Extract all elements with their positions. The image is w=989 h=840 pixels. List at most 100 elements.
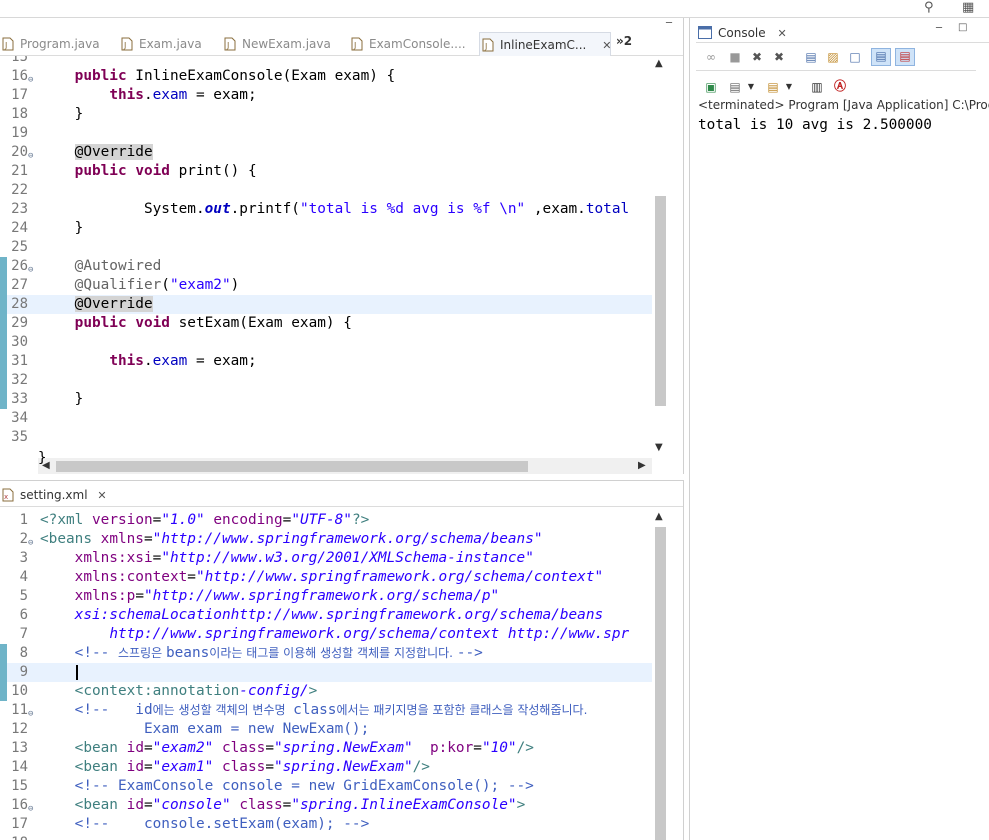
scroll-down-icon[interactable]: ▼ <box>655 442 663 453</box>
code-line[interactable]: 20 ⊖ @Override <box>0 143 652 162</box>
minimize-icon[interactable]: ─ <box>666 18 672 29</box>
svg-text:J: J <box>226 41 229 50</box>
code-line[interactable]: 32 <box>0 371 652 390</box>
scroll-lock-icon[interactable]: ▨ <box>826 50 840 64</box>
scrollbar-thumb[interactable] <box>655 196 666 406</box>
word-wrap-icon[interactable]: □ <box>848 50 862 64</box>
code-line[interactable]: 24 } <box>0 219 652 238</box>
tab-inlineexamconsole-java[interactable]: J InlineExamC... ✕ <box>479 32 611 56</box>
remove-launch-icon[interactable]: ✖ <box>750 50 764 64</box>
tab-examconsole-java[interactable]: J ExamConsole.... <box>349 32 466 56</box>
show-on-stdout-icon[interactable]: ▤ <box>871 48 891 66</box>
vertical-scrollbar[interactable]: ▲ <box>652 509 668 840</box>
code-line[interactable]: 11 ⊖ <!-- id에는 생성할 객체의 변수명 class에서는 패키지명을… <box>0 701 652 720</box>
code-line[interactable]: 4 xmlns:context="http://www.springframew… <box>0 568 652 587</box>
code-line[interactable]: 31 this.exam = exam; <box>0 352 652 371</box>
code-line[interactable]: 26 ⊖ @Autowired <box>0 257 652 276</box>
code-line[interactable]: 17 <!-- console.setExam(exam); --> <box>0 815 652 834</box>
close-icon[interactable]: ✕ <box>97 489 106 502</box>
scrollbar-thumb[interactable] <box>655 527 666 840</box>
tab-console[interactable]: Console ✕ <box>696 22 787 44</box>
tab-exam-java[interactable]: J Exam.java <box>119 32 202 56</box>
line-number: 3 <box>19 550 28 566</box>
code-line[interactable]: 18 } <box>0 105 652 124</box>
show-on-stderr-icon[interactable]: ▤ <box>895 48 915 66</box>
line-number: 16 <box>11 68 28 84</box>
code-line[interactable]: 16 ⊖ public InlineExamConsole(Exam exam) … <box>0 67 652 86</box>
scroll-right-icon[interactable]: ▶ <box>638 460 646 471</box>
tab-overflow-button[interactable]: »2 <box>616 34 632 48</box>
code-line[interactable]: 13 <bean id="exam2" class="spring.NewExa… <box>0 739 652 758</box>
java-code-area[interactable]: 15 16 ⊖ public InlineExamConsole(Exam exam… <box>0 56 668 458</box>
close-icon[interactable]: ✕ <box>602 39 611 52</box>
remove-all-icon[interactable]: ✖ <box>772 50 786 64</box>
scroll-up-icon[interactable]: ▲ <box>655 511 663 522</box>
display-console-icon[interactable]: ▤ <box>728 80 742 94</box>
code-line[interactable]: 15 <box>0 56 652 67</box>
code-line[interactable]: 15 <!-- ExamConsole console = new GridEx… <box>0 777 652 796</box>
horizontal-scrollbar[interactable]: ◀ ▶ <box>38 458 652 474</box>
code-line[interactable]: 22 <box>0 181 652 200</box>
code-text: <!-- ExamConsole console = new GridExamC… <box>74 778 534 794</box>
line-number: 16 <box>11 797 28 813</box>
code-line[interactable]: 12 Exam exam = new NewExam(); <box>0 720 652 739</box>
code-line[interactable]: 5 xmlns:p="http://www.springframework.or… <box>0 587 652 606</box>
pin-console-icon[interactable]: ▣ <box>704 80 718 94</box>
code-line[interactable]: 23 System.out.printf("total is %d avg is… <box>0 200 652 219</box>
code-line[interactable]: 18 <box>0 834 652 840</box>
code-line[interactable]: 3 xmlns:xsi="http://www.w3.org/2001/XMLS… <box>0 549 652 568</box>
code-line[interactable]: 6 xsi:schemaLocationhttp://www.springfra… <box>0 606 652 625</box>
search-icon[interactable]: ⚲ <box>924 0 934 15</box>
code-line[interactable]: 17 this.exam = exam; <box>0 86 652 105</box>
svg-text:J: J <box>123 41 126 50</box>
copy-icon[interactable]: ▥ <box>810 80 824 94</box>
code-line[interactable]: 21 public void print() { <box>0 162 652 181</box>
open-console-icon[interactable]: ▤ <box>766 80 780 94</box>
code-line[interactable]: 30 <box>0 333 652 352</box>
code-line[interactable]: 19 <box>0 124 652 143</box>
link-icon[interactable]: ∞ <box>704 50 718 64</box>
tab-setting-xml[interactable]: x setting.xml ✕ <box>0 483 107 507</box>
chevron-down-icon[interactable]: ▼ <box>744 80 758 94</box>
perspective-icon[interactable]: ▦ <box>962 0 974 15</box>
change-marker <box>0 257 7 276</box>
code-text: <!-- 스프링은 beans이라는 태그를 이용해 생성할 객체를 지정합니다… <box>74 645 483 661</box>
code-line[interactable]: 29 public void setExam(Exam exam) { <box>0 314 652 333</box>
code-line[interactable]: 33 } <box>0 390 652 409</box>
scrollbar-thumb[interactable] <box>56 461 528 472</box>
change-marker <box>0 663 7 682</box>
minimize-icon[interactable]: ─ <box>936 23 942 34</box>
code-line[interactable]: 28 @Override <box>0 295 652 314</box>
code-line[interactable]: 34 <box>0 409 652 428</box>
line-number: 25 <box>11 239 28 255</box>
xml-editor: x setting.xml ✕ 1 <?xml version="1.0" enc… <box>0 480 684 840</box>
code-line[interactable]: 9 <box>0 663 652 682</box>
code-text: <beans xmlns="http://www.springframework… <box>40 531 543 547</box>
line-number: 12 <box>11 721 28 737</box>
code-line[interactable]: 14 <bean id="exam1" class="spring.NewExa… <box>0 758 652 777</box>
xml-code-area[interactable]: 1 <?xml version="1.0" encoding="UTF-8"?> 2… <box>0 509 668 840</box>
code-line[interactable]: 25 <box>0 238 652 257</box>
code-line[interactable]: 35 <box>0 428 652 447</box>
line-number: 18 <box>0 834 28 840</box>
code-line[interactable]: 10 <context:annotation-config/> <box>0 682 652 701</box>
line-number: 34 <box>11 410 28 426</box>
clear-console-icon[interactable]: ▤ <box>804 50 818 64</box>
ant-icon[interactable]: Ⓐ <box>833 79 847 93</box>
vertical-scrollbar[interactable]: ▲ ▼ <box>652 56 668 458</box>
code-line[interactable]: 8 <!-- 스프링은 beans이라는 태그를 이용해 생성할 객체를 지정합… <box>0 644 652 663</box>
chevron-down-icon[interactable]: ▼ <box>782 80 796 94</box>
close-icon[interactable]: ✕ <box>777 27 786 40</box>
tab-program-java[interactable]: J Program.java <box>0 32 100 56</box>
code-line[interactable]: 2 ⊖ <beans xmlns="http://www.springframewo… <box>0 530 652 549</box>
maximize-icon[interactable]: □ <box>958 22 967 33</box>
code-line[interactable]: 16 ⊖ <bean id="console" class="spring.Inl… <box>0 796 652 815</box>
terminate-icon[interactable]: ■ <box>728 50 742 64</box>
tab-newexam-java[interactable]: J NewExam.java <box>222 32 331 56</box>
line-number: 6 <box>19 607 28 623</box>
scroll-up-icon[interactable]: ▲ <box>655 58 663 69</box>
code-line[interactable]: 1 <?xml version="1.0" encoding="UTF-8"?> <box>0 511 652 530</box>
code-line[interactable]: 7 http://www.springframework.org/schema/… <box>0 625 652 644</box>
console-output[interactable]: total is 10 avg is 2.500000 <box>698 116 932 135</box>
code-line[interactable]: 27 @Qualifier("exam2") <box>0 276 652 295</box>
